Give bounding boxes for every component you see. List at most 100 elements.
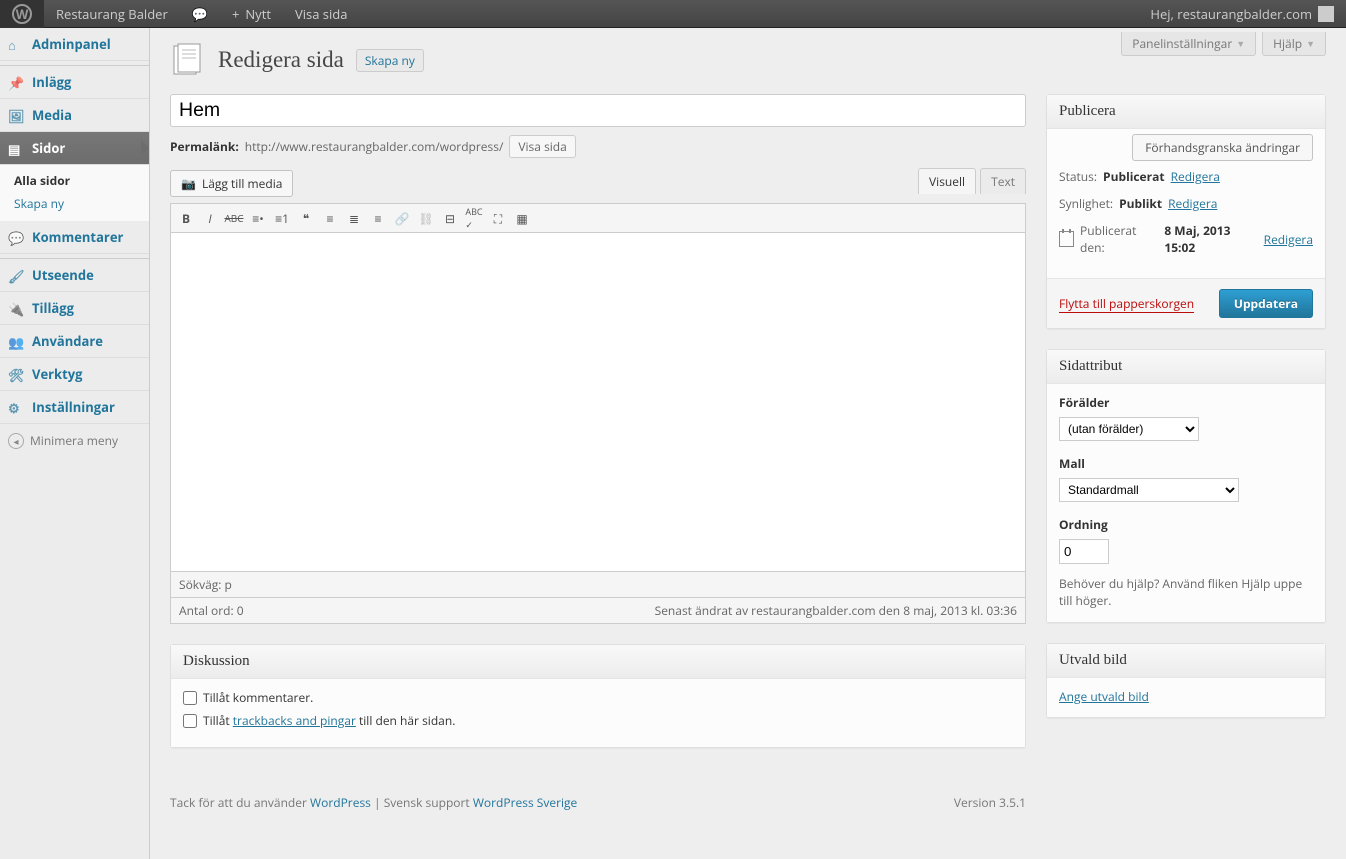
account-menu[interactable]: Hej, restaurangbalder.com xyxy=(1138,0,1346,28)
plugin-icon: 🔌 xyxy=(8,300,24,316)
quote-button[interactable]: ❝ xyxy=(295,207,317,229)
edit-page-icon xyxy=(170,42,206,78)
content-area: Panelinställningar▼ Hjälp▼ Redigera sida… xyxy=(150,28,1346,859)
permalink-label: Permalänk: xyxy=(170,138,239,155)
permalink-row: Permalänk: http://www.restaurangbalder.c… xyxy=(170,135,1026,158)
edit-visibility-link[interactable]: Redigera xyxy=(1168,195,1217,212)
camera-icon: 📷 xyxy=(181,175,196,192)
template-select[interactable]: Standardmall xyxy=(1059,478,1239,502)
edit-status-link[interactable]: Redigera xyxy=(1171,168,1220,185)
edit-date-link[interactable]: Redigera xyxy=(1264,231,1313,248)
chevron-down-icon: ▼ xyxy=(1236,37,1245,50)
discussion-box: Diskussion Tillåt kommentarer. Tillåt tr… xyxy=(170,644,1026,748)
avatar-icon xyxy=(1318,6,1334,22)
more-button[interactable]: ⊟ xyxy=(439,207,461,229)
wp-logo[interactable]: W xyxy=(0,0,44,28)
site-name-menu[interactable]: Restaurang Balder xyxy=(44,0,180,28)
screen-options-tab[interactable]: Panelinställningar▼ xyxy=(1121,32,1256,56)
allow-comments-checkbox[interactable] xyxy=(183,691,197,705)
editor-toolbar: B I ABC ≡• ≡1 ❝ ≡ ≣ ≡ 🔗 ⛓ ⊟ ABC✓ ⛶ xyxy=(170,203,1026,232)
attributes-heading[interactable]: Sidattribut xyxy=(1047,350,1325,384)
trackbacks-link[interactable]: trackbacks and pingar xyxy=(233,712,356,729)
fullscreen-button[interactable]: ⛶ xyxy=(487,207,509,229)
collapse-icon: ◂ xyxy=(8,433,24,449)
tab-text[interactable]: Text xyxy=(980,168,1026,194)
menu-comments[interactable]: 💬Kommentarer xyxy=(0,221,149,254)
order-label: Ordning xyxy=(1059,516,1313,533)
menu-tools[interactable]: 🛠Verktyg xyxy=(0,358,149,391)
italic-button[interactable]: I xyxy=(199,207,221,229)
menu-media[interactable]: 🖼Media xyxy=(0,99,149,132)
view-page-label: Visa sida xyxy=(295,5,347,23)
plus-icon: + xyxy=(232,5,239,23)
wordpress-icon: W xyxy=(12,4,32,24)
menu-posts[interactable]: 📌Inlägg xyxy=(0,65,149,99)
menu-dashboard[interactable]: ⌂Adminpanel xyxy=(0,28,149,61)
menu-plugins[interactable]: 🔌Tillägg xyxy=(0,292,149,325)
version-label: Version 3.5.1 xyxy=(954,794,1026,811)
menu-pages-sub: Alla sidor Skapa ny xyxy=(0,165,149,221)
admin-menu: ⌂Adminpanel 📌Inlägg 🖼Media ▤Sidor Alla s… xyxy=(0,28,150,859)
admin-bar: W Restaurang Balder 💬 +Nytt Visa sida He… xyxy=(0,0,1346,28)
tools-icon: 🛠 xyxy=(8,366,24,382)
pin-icon: 📌 xyxy=(8,74,24,90)
menu-pages-new[interactable]: Skapa ny xyxy=(0,192,149,215)
discussion-heading[interactable]: Diskussion xyxy=(171,645,1025,679)
featured-heading[interactable]: Utvald bild xyxy=(1047,644,1325,678)
kitchensink-button[interactable]: ▦ xyxy=(511,207,533,229)
allow-comments-option[interactable]: Tillåt kommentarer. xyxy=(183,689,1013,706)
content-editor[interactable] xyxy=(170,232,1026,572)
unlink-button[interactable]: ⛓ xyxy=(415,207,437,229)
wordpress-sverige-link[interactable]: WordPress Sverige xyxy=(473,794,577,811)
last-edit-info: Senast ändrat av restaurangbalder.com de… xyxy=(655,602,1017,619)
home-icon: ⌂ xyxy=(8,36,24,52)
strike-button[interactable]: ABC xyxy=(223,207,245,229)
word-count: Antal ord: 0 xyxy=(179,602,244,619)
collapse-menu[interactable]: ◂Minimera meny xyxy=(0,424,149,457)
help-tab[interactable]: Hjälp▼ xyxy=(1262,32,1326,56)
add-media-button[interactable]: 📷Lägg till media xyxy=(170,170,293,197)
new-content-menu[interactable]: +Nytt xyxy=(220,0,283,28)
parent-select[interactable]: (utan förälder) xyxy=(1059,417,1199,441)
menu-settings[interactable]: ⚙Inställningar xyxy=(0,391,149,424)
calendar-icon xyxy=(1059,231,1074,247)
template-label: Mall xyxy=(1059,455,1313,472)
comment-icon: 💬 xyxy=(192,5,208,23)
view-page-button[interactable]: Visa sida xyxy=(509,135,575,158)
link-button[interactable]: 🔗 xyxy=(391,207,413,229)
admin-footer: Tack för att du använder WordPress | Sve… xyxy=(170,778,1026,819)
wordpress-link[interactable]: WordPress xyxy=(310,794,371,811)
attributes-box: Sidattribut Förälder (utan förälder) Mal… xyxy=(1046,349,1326,623)
set-featured-link[interactable]: Ange utvald bild xyxy=(1059,688,1149,705)
align-right-button[interactable]: ≡ xyxy=(367,207,389,229)
comment-icon: 💬 xyxy=(8,229,24,245)
order-input[interactable] xyxy=(1059,539,1109,564)
menu-appearance[interactable]: 🖌Utseende xyxy=(0,258,149,292)
menu-users[interactable]: 👥Användare xyxy=(0,325,149,358)
spellcheck-button[interactable]: ABC✓ xyxy=(463,207,485,229)
preview-button[interactable]: Förhandsgranska ändringar xyxy=(1132,134,1313,161)
publish-box: Publicera Förhandsgranska ändringar Stat… xyxy=(1046,94,1326,329)
tab-visual[interactable]: Visuell xyxy=(918,168,976,194)
align-left-button[interactable]: ≡ xyxy=(319,207,341,229)
page-title: Redigera sida xyxy=(218,47,344,73)
trash-link[interactable]: Flytta till papperskorgen xyxy=(1059,295,1194,313)
publish-heading[interactable]: Publicera xyxy=(1047,95,1325,129)
permalink-url: http://www.restaurangbalder.com/wordpres… xyxy=(245,138,504,155)
allow-trackbacks-checkbox[interactable] xyxy=(183,714,197,728)
ol-button[interactable]: ≡1 xyxy=(271,207,293,229)
allow-trackbacks-option[interactable]: Tillåt trackbacks and pingar till den hä… xyxy=(183,712,1013,729)
update-button[interactable]: Uppdatera xyxy=(1219,289,1313,318)
add-new-button[interactable]: Skapa ny xyxy=(356,49,424,72)
comments-bubble[interactable]: 💬 xyxy=(180,0,220,28)
menu-pages[interactable]: ▤Sidor xyxy=(0,132,149,165)
parent-label: Förälder xyxy=(1059,394,1313,411)
align-center-button[interactable]: ≣ xyxy=(343,207,365,229)
featured-image-box: Utvald bild Ange utvald bild xyxy=(1046,643,1326,718)
menu-pages-all[interactable]: Alla sidor xyxy=(0,169,149,192)
view-page-link[interactable]: Visa sida xyxy=(283,0,359,28)
post-title-input[interactable] xyxy=(170,94,1026,127)
bold-button[interactable]: B xyxy=(175,207,197,229)
page-icon: ▤ xyxy=(8,140,24,156)
ul-button[interactable]: ≡• xyxy=(247,207,269,229)
